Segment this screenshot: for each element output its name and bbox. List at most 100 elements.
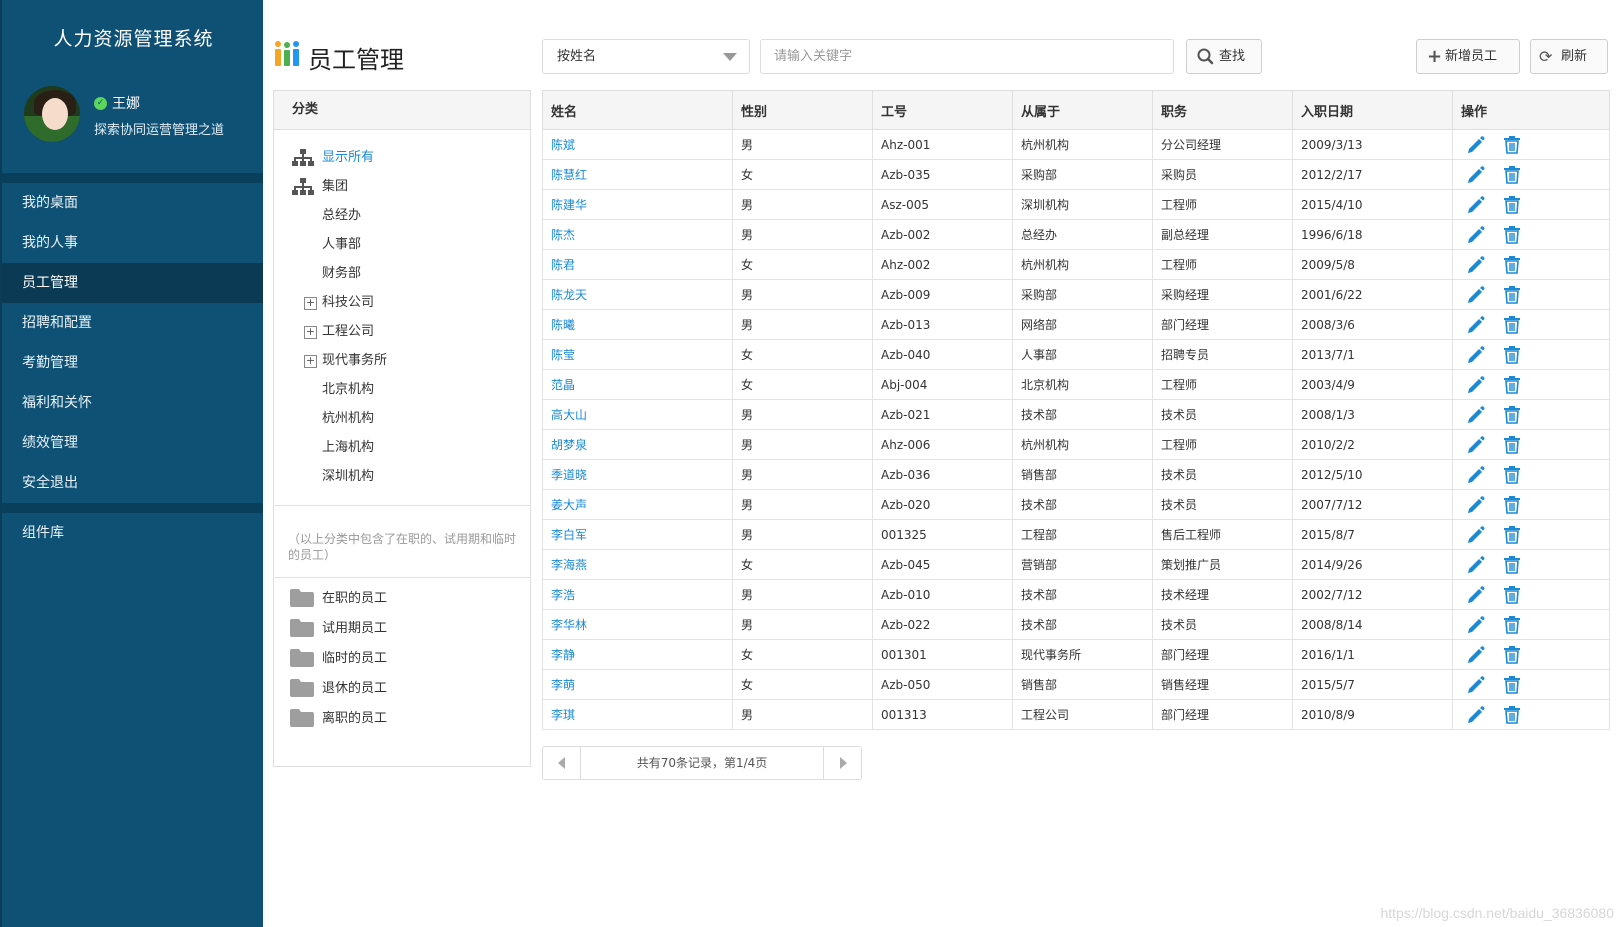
- employee-name-link[interactable]: 姜大声: [551, 498, 587, 512]
- nav-item-employee-management[interactable]: 员工管理: [2, 263, 263, 303]
- nav-item-performance[interactable]: 绩效管理: [2, 423, 263, 463]
- employee-name-link[interactable]: 胡梦泉: [551, 438, 587, 452]
- trash-icon[interactable]: [1503, 705, 1521, 724]
- employee-name-cell[interactable]: 李浩: [542, 579, 733, 610]
- search-field-select[interactable]: 按姓名: [542, 39, 750, 74]
- nav-item-logout[interactable]: 安全退出: [2, 463, 263, 503]
- edit-icon[interactable]: [1467, 375, 1485, 394]
- trash-icon[interactable]: [1503, 465, 1521, 484]
- category-tree-item[interactable]: 科技公司: [322, 292, 374, 314]
- employee-name-link[interactable]: 陈龙天: [551, 288, 587, 302]
- employee-name-cell[interactable]: 陈建华: [542, 189, 733, 220]
- employee-name-cell[interactable]: 陈杰: [542, 219, 733, 250]
- category-tree-item[interactable]: 上海机构: [322, 437, 374, 459]
- add-employee-button[interactable]: + 新增员工: [1416, 39, 1520, 74]
- category-tree-item[interactable]: 集团: [322, 176, 348, 198]
- category-tree-item[interactable]: 总经办: [322, 205, 361, 227]
- trash-icon[interactable]: [1503, 345, 1521, 364]
- employee-name-link[interactable]: 陈莹: [551, 348, 575, 362]
- employee-name-cell[interactable]: 李静: [542, 639, 733, 670]
- employee-name-cell[interactable]: 李萌: [542, 669, 733, 700]
- category-tree-item[interactable]: 现代事务所: [322, 350, 387, 372]
- employee-name-cell[interactable]: 陈斌: [542, 129, 733, 160]
- trash-icon[interactable]: [1503, 435, 1521, 454]
- category-tree-item[interactable]: 显示所有: [322, 147, 374, 169]
- employee-name-link[interactable]: 李萌: [551, 678, 575, 692]
- employee-name-cell[interactable]: 范晶: [542, 369, 733, 400]
- category-tree-item[interactable]: 北京机构: [322, 379, 374, 401]
- employee-name-cell[interactable]: 陈君: [542, 249, 733, 280]
- employee-name-cell[interactable]: 李琪: [542, 699, 733, 730]
- employee-name-cell[interactable]: 陈莹: [542, 339, 733, 370]
- trash-icon[interactable]: [1503, 555, 1521, 574]
- employee-name-link[interactable]: 李静: [551, 648, 575, 662]
- next-page-button[interactable]: [823, 747, 861, 779]
- employee-name-link[interactable]: 陈杰: [551, 228, 575, 242]
- employee-name-link[interactable]: 李浩: [551, 588, 575, 602]
- category-tree-item[interactable]: 深圳机构: [322, 466, 374, 488]
- category-tree-item[interactable]: 工程公司: [322, 321, 374, 343]
- employee-name-link[interactable]: 陈斌: [551, 138, 575, 152]
- edit-icon[interactable]: [1467, 495, 1485, 514]
- trash-icon[interactable]: [1503, 375, 1521, 394]
- employee-name-link[interactable]: 李琪: [551, 708, 575, 722]
- column-header-department[interactable]: 从属于: [1012, 90, 1153, 130]
- nav-item-attendance[interactable]: 考勤管理: [2, 343, 263, 383]
- employee-name-cell[interactable]: 胡梦泉: [542, 429, 733, 460]
- employee-name-link[interactable]: 陈建华: [551, 198, 587, 212]
- category-tree-item[interactable]: 财务部: [322, 263, 361, 285]
- employee-name-link[interactable]: 高大山: [551, 408, 587, 422]
- nav-item-my-hr[interactable]: 我的人事: [2, 223, 263, 263]
- category-tree-item[interactable]: 杭州机构: [322, 408, 374, 430]
- trash-icon[interactable]: [1503, 285, 1521, 304]
- employee-name-cell[interactable]: 高大山: [542, 399, 733, 430]
- employee-name-link[interactable]: 季道晓: [551, 468, 587, 482]
- employee-name-link[interactable]: 范晶: [551, 378, 575, 392]
- search-input[interactable]: [760, 39, 1174, 74]
- employee-name-link[interactable]: 陈曦: [551, 318, 575, 332]
- edit-icon[interactable]: [1467, 255, 1485, 274]
- edit-icon[interactable]: [1467, 555, 1485, 574]
- nav-item-components[interactable]: 组件库: [2, 513, 263, 553]
- edit-icon[interactable]: [1467, 315, 1485, 334]
- employee-name-link[interactable]: 陈慧红: [551, 168, 587, 182]
- employee-name-link[interactable]: 李华林: [551, 618, 587, 632]
- employee-name-cell[interactable]: 姜大声: [542, 489, 733, 520]
- edit-icon[interactable]: [1467, 435, 1485, 454]
- trash-icon[interactable]: [1503, 195, 1521, 214]
- expand-icon[interactable]: +: [304, 355, 317, 368]
- trash-icon[interactable]: [1503, 315, 1521, 334]
- edit-icon[interactable]: [1467, 195, 1485, 214]
- column-header-gender[interactable]: 性别: [732, 90, 873, 130]
- employee-name-cell[interactable]: 季道晓: [542, 459, 733, 490]
- edit-icon[interactable]: [1467, 675, 1485, 694]
- column-header-hire-date[interactable]: 入职日期: [1292, 90, 1453, 130]
- edit-icon[interactable]: [1467, 165, 1485, 184]
- edit-icon[interactable]: [1467, 405, 1485, 424]
- employee-name-cell[interactable]: 李海燕: [542, 549, 733, 580]
- employee-name-link[interactable]: 李白军: [551, 528, 587, 542]
- refresh-button[interactable]: ⟳ 刷新: [1530, 39, 1608, 74]
- expand-icon[interactable]: +: [304, 297, 317, 310]
- edit-icon[interactable]: [1467, 135, 1485, 154]
- edit-icon[interactable]: [1467, 345, 1485, 364]
- trash-icon[interactable]: [1503, 615, 1521, 634]
- column-header-employee-id[interactable]: 工号: [872, 90, 1013, 130]
- trash-icon[interactable]: [1503, 645, 1521, 664]
- edit-icon[interactable]: [1467, 585, 1485, 604]
- trash-icon[interactable]: [1503, 525, 1521, 544]
- employee-name-cell[interactable]: 陈龙天: [542, 279, 733, 310]
- employee-name-link[interactable]: 李海燕: [551, 558, 587, 572]
- edit-icon[interactable]: [1467, 645, 1485, 664]
- employee-name-cell[interactable]: 李华林: [542, 609, 733, 640]
- trash-icon[interactable]: [1503, 225, 1521, 244]
- prev-page-button[interactable]: [543, 747, 581, 779]
- nav-item-welfare[interactable]: 福利和关怀: [2, 383, 263, 423]
- trash-icon[interactable]: [1503, 495, 1521, 514]
- employee-name-link[interactable]: 陈君: [551, 258, 575, 272]
- trash-icon[interactable]: [1503, 255, 1521, 274]
- edit-icon[interactable]: [1467, 615, 1485, 634]
- expand-icon[interactable]: +: [304, 326, 317, 339]
- trash-icon[interactable]: [1503, 585, 1521, 604]
- edit-icon[interactable]: [1467, 525, 1485, 544]
